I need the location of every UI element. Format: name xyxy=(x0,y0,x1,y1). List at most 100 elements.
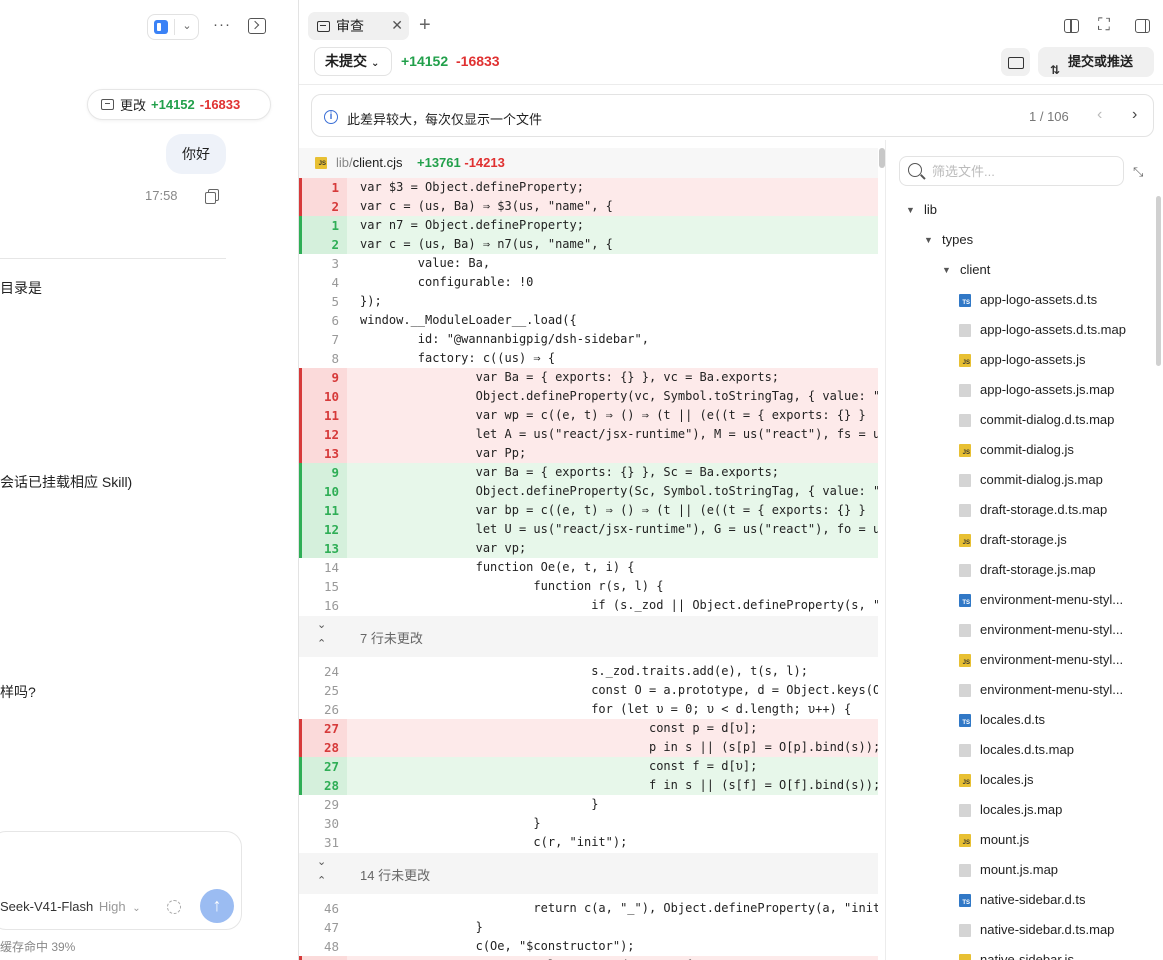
context-line: 7 id: "@wannanbigpig/dsh-sidebar", xyxy=(299,330,878,349)
expand-up-icon[interactable]: ⌃ xyxy=(317,637,326,650)
deleted-line: 27 const p = d[υ]; xyxy=(299,719,878,738)
chevron-right-icon[interactable]: › xyxy=(1132,106,1137,124)
close-icon[interactable]: ✕ xyxy=(391,17,403,34)
file-page-indicator: 1 / 106 xyxy=(1029,109,1069,124)
file-dir: lib/ xyxy=(336,155,353,170)
assistant-text-3: 样吗? xyxy=(0,684,36,700)
line-number: 11 xyxy=(323,408,339,423)
loading-spinner-icon xyxy=(167,900,181,914)
context-line: 4 configurable: !0 xyxy=(299,273,878,292)
tab-review[interactable]: 审查 ✕ xyxy=(308,12,409,40)
line-number: 24 xyxy=(323,664,339,679)
line-number: 30 xyxy=(323,816,339,831)
fullscreen-icon[interactable] xyxy=(1098,15,1114,35)
terminal-icon[interactable] xyxy=(248,18,266,34)
model-level: High xyxy=(98,899,126,914)
commit-icon: ⇅ xyxy=(1050,63,1061,77)
tree-folder[interactable]: ▼ types xyxy=(924,225,973,255)
chevron-down-icon[interactable]: ⌄ xyxy=(179,18,195,34)
commit-push-label: 提交或推送 xyxy=(1068,54,1134,69)
model-selector[interactable]: Seek-V41-Flash High ⌄ xyxy=(0,899,141,914)
split-view-icon[interactable] xyxy=(1064,19,1079,33)
line-number: 27 xyxy=(323,721,339,736)
context-line: 8 factory: c((us) ⇒ { xyxy=(299,349,878,368)
code-text: value: Ba, xyxy=(360,256,491,270)
added-line: 11 var bp = c((e, t) ⇒ () ⇒ (t || (e((t … xyxy=(299,501,878,520)
divider xyxy=(174,19,175,35)
tree-folder[interactable]: ▼ lib xyxy=(906,195,937,225)
added-line: 13 var vp; xyxy=(299,539,878,558)
js-file-icon: JS xyxy=(315,157,327,169)
context-line: 31 c(r, "init"); xyxy=(299,833,878,852)
map-file-icon xyxy=(959,624,971,637)
added-line: 10 Object.defineProperty(Sc, Symbol.toSt… xyxy=(299,482,878,501)
collapsed-lines[interactable]: ⌄ ⌃ 14 行未更改 xyxy=(299,853,878,894)
tab-label: 审查 xyxy=(336,18,364,34)
file-filter-input[interactable] xyxy=(932,162,1112,180)
context-line: 48 c(Oe, "$constructor"); xyxy=(299,937,878,956)
diff-icon xyxy=(101,99,114,110)
commit-scope-label: 未提交 xyxy=(325,53,367,69)
copy-icon[interactable] xyxy=(205,189,219,204)
caret-down-icon: ▼ xyxy=(942,265,951,275)
code-text: f in s || (s[f] = O[f].bind(s)); xyxy=(360,778,878,792)
tree-scrollbar[interactable] xyxy=(1156,196,1161,366)
code-text: let A = us("react/jsx-runtime"), M = us(… xyxy=(360,427,878,441)
large-diff-notice: i 此差异较大，每次仅显示一个文件 1 / 106 ‹ › xyxy=(311,94,1154,137)
changes-summary-button[interactable]: 更改 +14152 -16833 xyxy=(87,89,271,120)
file-name: commit-dialog.js xyxy=(980,442,1074,457)
code-text: window.__ModuleLoader__.load({ xyxy=(360,313,577,327)
total-additions: +14152 xyxy=(401,53,449,69)
new-tab-button[interactable]: + xyxy=(419,13,431,37)
commit-push-button[interactable]: ⇅ 提交或推送 xyxy=(1038,47,1154,77)
file-name: environment-menu-styl... xyxy=(980,622,1124,637)
file-filter[interactable] xyxy=(899,156,1124,186)
diff-view[interactable]: JS lib/client.cjs +13761 -14213 1 var $3 … xyxy=(299,148,878,960)
deleted-line: 10 Object.defineProperty(vc, Symbol.toSt… xyxy=(299,387,878,406)
file-name: mount.js.map xyxy=(980,862,1059,877)
added-line: 28 f in s || (s[f] = O[f].bind(s)); xyxy=(299,776,878,795)
code-text: var vp; xyxy=(360,541,527,555)
collapsed-lines[interactable]: ⌄ ⌃ 7 行未更改 xyxy=(299,616,878,657)
code-text: } xyxy=(360,797,599,811)
code-text: c(r, "init"); xyxy=(360,835,628,849)
app-switcher[interactable]: ⌄ xyxy=(147,14,199,40)
file-name: native-sidebar.d.ts.map xyxy=(980,922,1115,937)
expand-down-icon[interactable]: ⌄ xyxy=(317,855,326,868)
expand-up-icon[interactable]: ⌃ xyxy=(317,874,326,887)
line-number: 10 xyxy=(323,484,339,499)
code-text: p in s || (s[p] = O[p].bind(s)); xyxy=(360,740,878,754)
line-number: 31 xyxy=(323,835,339,850)
more-icon[interactable]: ··· xyxy=(210,14,234,38)
collapse-icon[interactable]: ⤡ xyxy=(1133,164,1143,180)
line-number: 25 xyxy=(323,683,339,698)
send-button[interactable]: ↑ xyxy=(200,889,234,923)
header-divider xyxy=(299,84,1163,85)
diff-file-header[interactable]: JS lib/client.cjs +13761 -14213 xyxy=(299,148,878,178)
line-number: 11 xyxy=(323,503,339,518)
line-number: 26 xyxy=(323,702,339,717)
code-text: var ps = class extends Error { xyxy=(360,956,693,960)
open-folder-button[interactable] xyxy=(1001,48,1030,76)
deleted-line: 28 p in s || (s[p] = O[p].bind(s)); xyxy=(299,738,878,757)
deleted-line: 9 var Ba = { exports: {} }, vc = Ba.expo… xyxy=(299,368,878,387)
tree-folder[interactable]: ▼ client xyxy=(942,255,990,285)
context-line: 46 return c(a, "_"), Object.defineProper… xyxy=(299,899,878,918)
js-file-icon: JS xyxy=(959,354,971,367)
ts-file-icon: TS xyxy=(959,894,971,907)
context-line: 14 function Oe(e, t, i) { xyxy=(299,558,878,577)
line-number: 15 xyxy=(323,579,339,594)
search-icon xyxy=(908,163,922,177)
changes-deletions: -16833 xyxy=(199,97,241,112)
code-text: for (let υ = 0; υ < d.length; υ++) { xyxy=(360,702,852,716)
expand-down-icon[interactable]: ⌄ xyxy=(317,618,326,631)
info-icon: i xyxy=(324,110,338,124)
file-name: draft-storage.d.ts.map xyxy=(980,502,1108,517)
commit-scope-dropdown[interactable]: 未提交 ⌄ xyxy=(314,47,392,76)
chevron-left-icon[interactable]: ‹ xyxy=(1097,106,1102,124)
code-text: var Ba = { exports: {} }, vc = Ba.export… xyxy=(360,370,780,384)
code-text: } xyxy=(360,920,483,934)
js-file-icon: JS xyxy=(959,774,971,787)
sidebar-toggle-icon[interactable] xyxy=(1135,19,1150,33)
file-additions: +13761 xyxy=(417,155,461,170)
